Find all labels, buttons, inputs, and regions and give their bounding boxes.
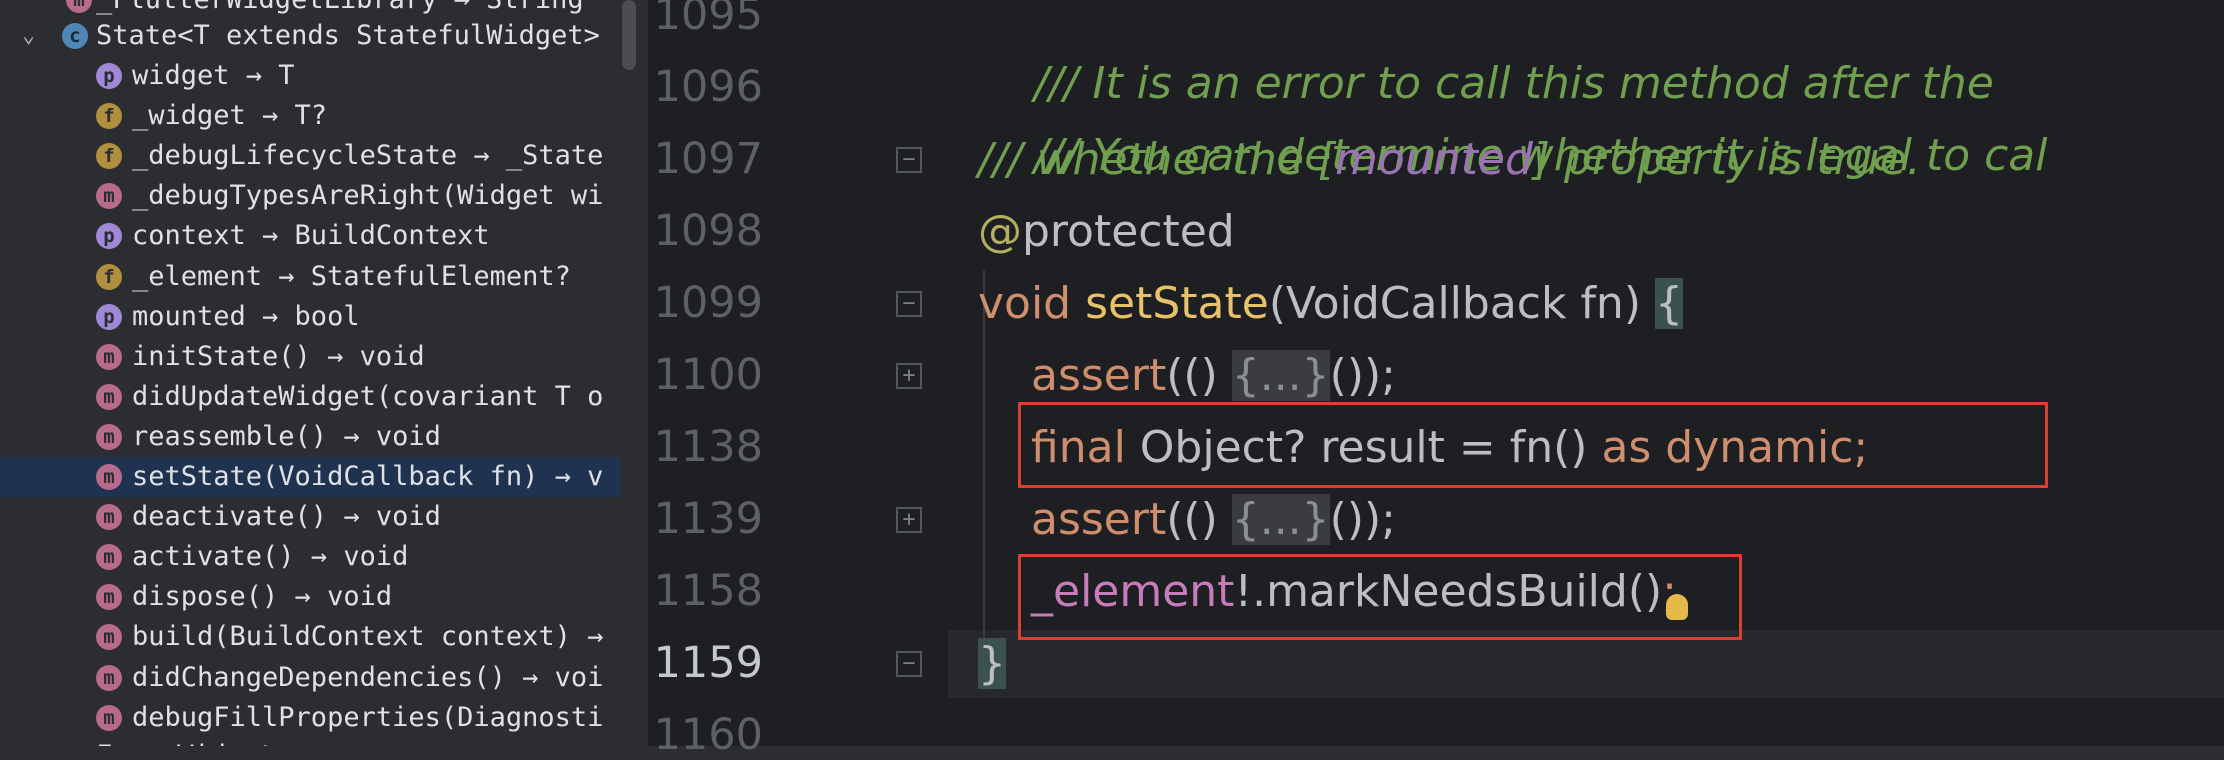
- line-number[interactable]: 1138: [648, 422, 763, 472]
- caret-row-highlight: [948, 630, 2224, 698]
- method-icon: m: [96, 624, 122, 650]
- tree-node-member[interactable]: m dispose() → void: [0, 577, 620, 617]
- line-number[interactable]: 1139: [648, 494, 763, 544]
- tree-node-label: didChangeDependencies() → voi: [132, 662, 604, 693]
- tree-node-member[interactable]: m _debugTypesAreRight(Widget wi: [0, 176, 620, 216]
- tree-node-label: didUpdateWidget(covariant T o: [132, 381, 604, 412]
- fold-expand-icon[interactable]: +: [896, 363, 922, 389]
- line-number[interactable]: 1159: [648, 638, 763, 688]
- method-icon: m: [96, 665, 122, 691]
- code-line-1100[interactable]: assert(() {...}());: [1031, 342, 1396, 410]
- property-icon: p: [96, 223, 122, 249]
- class-icon: c: [62, 23, 88, 49]
- structure-scrollbar[interactable]: [622, 0, 636, 70]
- tree-node-label: _widget → T?: [132, 100, 328, 131]
- tree-node-member[interactable]: m activate() → void: [0, 537, 620, 577]
- highlight-box-mark-needs-build: [1018, 554, 1742, 640]
- method-icon: m: [96, 544, 122, 570]
- tree-node-label: mounted → bool: [132, 301, 360, 332]
- property-icon: p: [96, 304, 122, 330]
- line-number[interactable]: 1096: [648, 62, 763, 112]
- tree-node-label: activate() → void: [132, 541, 409, 572]
- line-number[interactable]: 1160: [648, 710, 763, 760]
- tree-node-label: debugFillProperties(Diagnosti: [132, 702, 604, 733]
- property-icon: p: [96, 63, 122, 89]
- method-icon: m: [96, 584, 122, 610]
- field-icon: f: [96, 103, 122, 129]
- tree-node-member[interactable]: m didChangeDependencies() → voi: [0, 658, 620, 698]
- line-number[interactable]: 1095: [648, 0, 763, 40]
- tree-node-member[interactable]: f _widget → T?: [0, 96, 620, 136]
- folded-region[interactable]: {...}: [1231, 494, 1330, 545]
- method-icon: m: [96, 183, 122, 209]
- highlight-box-result-line: [1018, 402, 2048, 488]
- fold-collapse-icon[interactable]: −: [896, 147, 922, 173]
- tree-node-member[interactable]: p widget → T: [0, 56, 620, 96]
- method-icon: m: [66, 0, 92, 13]
- method-icon: m: [96, 504, 122, 530]
- tree-node-label: initState() → void: [132, 341, 425, 372]
- tree-node-member[interactable]: m reassemble() → void: [0, 417, 620, 457]
- fold-collapse-icon[interactable]: −: [896, 651, 922, 677]
- tree-node-member[interactable]: f _debugLifecycleState → _State: [0, 136, 620, 176]
- folded-region[interactable]: {...}: [1231, 350, 1330, 401]
- code-line-1095[interactable]: /// It is an error to call this method a…: [978, 0, 1994, 109]
- code-editor[interactable]: 1095 1096 1097 1098 1099 1100 1138 1139 1158 1159…: [648, 0, 2224, 760]
- tree-node-partial-bottom[interactable]: FocusWidget: [0, 736, 620, 746]
- tree-node-label: deactivate() → void: [132, 501, 441, 532]
- tree-node-label: reassemble() → void: [132, 421, 441, 452]
- tree-node-member[interactable]: p mounted → bool: [0, 297, 620, 337]
- code-line-1096[interactable]: /// You can determine whether it is lega…: [978, 54, 2048, 181]
- code-line-1098[interactable]: @protected: [978, 198, 1235, 266]
- chevron-down-icon[interactable]: ⌄: [22, 16, 35, 56]
- tree-node-state-class[interactable]: ⌄ c State<T extends StatefulWidget>: [0, 16, 620, 56]
- code-line-1159[interactable]: }: [978, 630, 1006, 698]
- code-line-1099[interactable]: void setState(VoidCallback fn) {: [978, 270, 1683, 338]
- tree-node-label: build(BuildContext context) →: [132, 621, 604, 652]
- tree-node-member[interactable]: p context → BuildContext: [0, 216, 620, 256]
- tree-node-member[interactable]: m didUpdateWidget(covariant T o: [0, 377, 620, 417]
- tree-node-label: setState(VoidCallback fn) → v: [132, 461, 604, 492]
- tree-node-label: _debugTypesAreRight(Widget wi: [132, 180, 604, 211]
- method-icon: m: [96, 705, 122, 731]
- tree-node-member[interactable]: f _element → StatefulElement?: [0, 257, 620, 297]
- line-number[interactable]: 1098: [648, 206, 763, 256]
- tree-node-member[interactable]: m initState() → void: [0, 337, 620, 377]
- tree-node-label: dispose() → void: [132, 581, 393, 612]
- tree-node-member[interactable]: m debugFillProperties(Diagnosti: [0, 698, 620, 738]
- tree-node-label: context → BuildContext: [132, 220, 490, 251]
- fold-expand-icon[interactable]: +: [896, 507, 922, 533]
- method-icon: m: [96, 464, 122, 490]
- field-icon: f: [96, 264, 122, 290]
- tree-node-member[interactable]: m setState(VoidCallback fn) → v: [0, 457, 620, 497]
- line-number[interactable]: 1097: [648, 134, 763, 184]
- line-number[interactable]: 1099: [648, 278, 763, 328]
- lightbulb-icon[interactable]: [1666, 594, 1688, 620]
- code-line-1097[interactable]: /// whether the [mounted] property is tr…: [978, 126, 1921, 194]
- tree-node-member[interactable]: m build(BuildContext context) →: [0, 617, 620, 657]
- line-number[interactable]: 1158: [648, 566, 763, 616]
- structure-panel: m _FlutterWidgetLibrary → String ⌄ c Sta…: [0, 0, 640, 746]
- fold-collapse-icon[interactable]: −: [896, 291, 922, 317]
- field-icon: f: [96, 143, 122, 169]
- method-icon: m: [96, 384, 122, 410]
- tree-node-member[interactable]: m deactivate() → void: [0, 497, 620, 537]
- line-number[interactable]: 1100: [648, 350, 763, 400]
- method-icon: m: [96, 344, 122, 370]
- code-line-1139[interactable]: assert(() {...}());: [1031, 486, 1396, 554]
- tree-node-label: _debugLifecycleState → _State: [132, 140, 604, 171]
- tree-node-label: _element → StatefulElement?: [132, 261, 571, 292]
- method-icon: m: [96, 424, 122, 450]
- tree-node-label: widget → T: [132, 60, 295, 91]
